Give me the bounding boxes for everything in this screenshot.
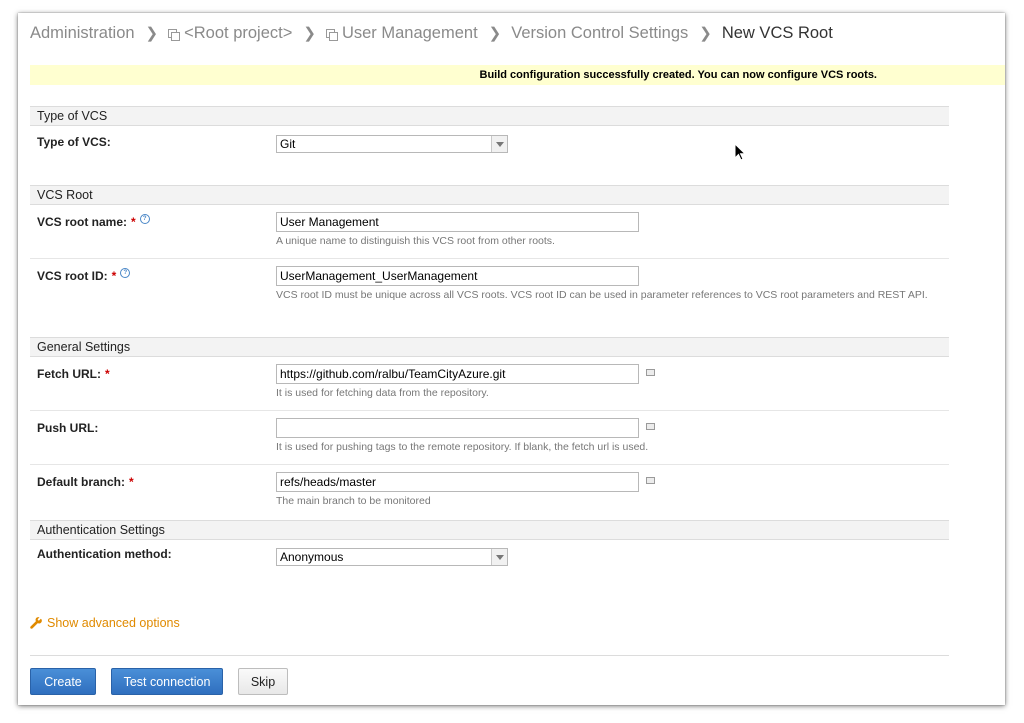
auth-method-control: Anonymous <box>276 548 508 566</box>
chevron-right-icon: ❯ <box>699 25 712 42</box>
vcs-root-id-label: VCS root ID: *? <box>37 268 131 284</box>
chevron-right-icon: ❯ <box>488 25 502 42</box>
skip-button[interactable]: Skip <box>238 668 288 695</box>
vcs-root-name-label: VCS root name: *? <box>37 214 150 230</box>
push-url-control: It is used for pushing tags to the remot… <box>276 418 655 453</box>
row-push-url: Push URL: It is used for pushing tags to… <box>30 411 949 465</box>
push-url-input[interactable] <box>276 418 639 438</box>
window-frame: Administration ❯ <Root project> ❯ User M… <box>18 13 1005 705</box>
required-mark: * <box>129 475 134 489</box>
fetch-url-label-text: Fetch URL: <box>37 367 101 381</box>
row-vcs-root-id: VCS root ID: *? UserManagement_UserManage… <box>30 259 949 337</box>
vcs-root-name-hint: A unique name to distinguish this VCS ro… <box>276 235 555 247</box>
required-mark: * <box>105 367 110 381</box>
chevron-right-icon: ❯ <box>145 25 159 42</box>
breadcrumb-vcs-settings[interactable]: Version Control Settings <box>511 24 688 43</box>
default-branch-hint: The main branch to be monitored <box>276 495 431 507</box>
mouse-cursor-icon <box>734 143 746 161</box>
success-notice: Build configuration successfully created… <box>30 65 1005 85</box>
breadcrumb-user-management[interactable]: User Management <box>342 24 478 43</box>
fetch-url-label: Fetch URL: * <box>37 367 110 381</box>
vcs-root-id-input[interactable]: UserManagement_UserManagement <box>276 266 639 286</box>
fetch-url-expand-button[interactable] <box>646 369 655 376</box>
project-icon <box>168 28 181 41</box>
project-icon <box>325 28 338 41</box>
help-icon[interactable]: ? <box>139 214 150 224</box>
fetch-url-control: https://github.com/ralbu/TeamCityAzure.g… <box>276 364 655 399</box>
default-branch-expand-button[interactable] <box>646 477 655 484</box>
vcs-root-id-control: UserManagement_UserManagement VCS root I… <box>276 266 928 301</box>
default-branch-label-text: Default branch: <box>37 475 126 489</box>
vcs-root-name-input[interactable]: User Management <box>276 212 639 232</box>
row-auth-method: Authentication method: Anonymous <box>30 540 949 580</box>
section-vcs-root: VCS Root <box>30 185 949 205</box>
breadcrumb-administration[interactable]: Administration <box>30 24 135 43</box>
section-authentication-settings: Authentication Settings <box>30 520 949 540</box>
create-button[interactable]: Create <box>30 668 96 695</box>
dropdown-arrow-icon[interactable] <box>491 136 507 152</box>
required-mark: * <box>131 215 136 229</box>
row-vcs-root-name: VCS root name: *? User Management A uniqu… <box>30 205 949 259</box>
row-fetch-url: Fetch URL: * https://github.com/ralbu/Tea… <box>30 357 949 411</box>
breadcrumb-root-project[interactable]: <Root project> <box>184 24 292 43</box>
vcs-root-form: Type of VCS Type of VCS: Git VCS Root VC… <box>30 106 949 580</box>
default-branch-input[interactable]: refs/heads/master <box>276 472 639 492</box>
push-url-expand-button[interactable] <box>646 423 655 430</box>
auth-method-value: Anonymous <box>280 550 344 564</box>
row-vcs-type: Type of VCS: Git <box>30 126 949 185</box>
test-connection-button[interactable]: Test connection <box>111 668 223 695</box>
push-url-label: Push URL: <box>37 421 99 435</box>
vcs-root-id-hint: VCS root ID must be unique across all VC… <box>276 289 928 301</box>
row-default-branch: Default branch: * refs/heads/master The m… <box>30 465 949 520</box>
show-advanced-options-link[interactable]: Show advanced options <box>30 616 180 630</box>
form-divider <box>30 655 949 656</box>
vcs-root-name-control: User Management A unique name to disting… <box>276 212 639 247</box>
default-branch-control: refs/heads/master The main branch to be … <box>276 472 655 507</box>
page-title: New VCS Root <box>721 23 833 42</box>
vcs-type-value: Git <box>280 137 296 151</box>
auth-method-label: Authentication method: <box>37 547 172 561</box>
vcs-type-label: Type of VCS: <box>37 135 111 149</box>
section-type-of-vcs: Type of VCS <box>30 106 949 126</box>
default-branch-label: Default branch: * <box>37 475 134 489</box>
breadcrumb: Administration ❯ <Root project> ❯ User M… <box>30 21 833 45</box>
section-general-settings: General Settings <box>30 337 949 357</box>
success-notice-text: Build configuration successfully created… <box>479 69 878 81</box>
fetch-url-input[interactable]: https://github.com/ralbu/TeamCityAzure.g… <box>276 364 639 384</box>
dropdown-arrow-icon[interactable] <box>491 549 507 565</box>
required-mark: * <box>111 269 117 283</box>
fetch-url-hint: It is used for fetching data from the re… <box>276 387 489 399</box>
chevron-right-icon: ❯ <box>303 25 316 42</box>
vcs-root-id-label-text: VCS root ID: <box>37 269 108 283</box>
show-advanced-options-text: Show advanced options <box>47 616 180 630</box>
vcs-type-select[interactable]: Git <box>276 135 508 153</box>
wrench-icon <box>30 617 42 629</box>
auth-method-select[interactable]: Anonymous <box>276 548 508 566</box>
push-url-hint: It is used for pushing tags to the remot… <box>276 441 649 453</box>
help-icon[interactable]: ? <box>120 268 131 278</box>
vcs-root-name-label-text: VCS root name: <box>37 215 128 229</box>
vcs-type-control: Git <box>276 135 508 153</box>
